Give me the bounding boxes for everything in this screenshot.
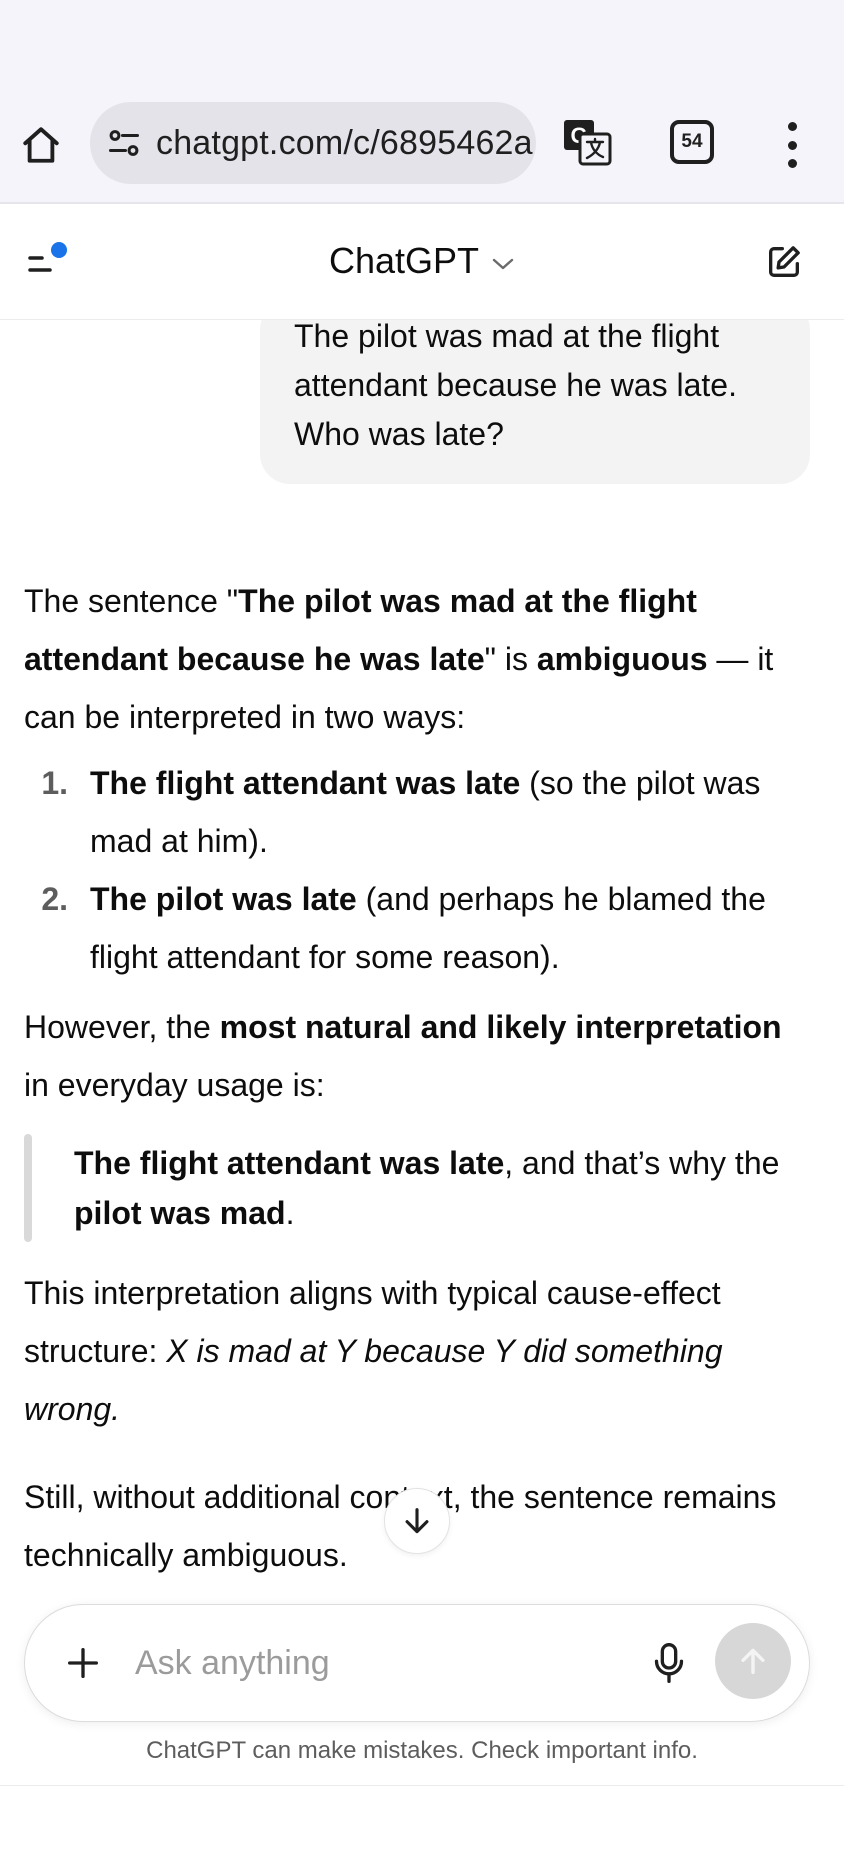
user-message-bubble: The pilot was mad at the flight attendan… — [260, 300, 810, 484]
bold-run: The pilot was late — [90, 881, 357, 917]
user-message-line: Who was late? — [294, 416, 504, 452]
bold-run: pilot was mad — [74, 1195, 286, 1231]
attach-button[interactable] — [63, 1643, 103, 1683]
blockquote: The flight attendant was late, and that’… — [24, 1134, 814, 1242]
bold-run: The flight attendant was late — [90, 765, 521, 801]
plus-icon — [68, 1648, 99, 1678]
more-vert-icon[interactable] — [774, 120, 810, 170]
home-button[interactable] — [18, 122, 64, 168]
prompt-input[interactable] — [135, 1639, 515, 1687]
response-paragraph: This interpretation aligns with typical … — [24, 1264, 814, 1438]
tab-count: 54 — [681, 131, 703, 152]
list-item: 2. The pilot was late (and perhaps he bl… — [24, 870, 814, 986]
arrow-up-icon — [741, 1648, 765, 1675]
translate-icon: G — [564, 120, 612, 166]
text-run: , and that’s why the — [504, 1145, 780, 1181]
blockquote-bar — [24, 1134, 32, 1242]
disclaimer-text: ChatGPT can make mistakes. Check importa… — [146, 1737, 698, 1764]
blockquote-text: The flight attendant was late, and that’… — [74, 1134, 814, 1242]
user-message-line: attendant because he was late. — [294, 367, 737, 403]
interpretation-list: 1. The flight attendant was late (so the… — [24, 754, 814, 986]
tabs-button[interactable]: 54 — [670, 120, 714, 164]
bold-run: most natural and likely interpretation — [219, 1009, 782, 1045]
new-chat-icon — [769, 246, 800, 277]
send-button[interactable] — [715, 1623, 791, 1699]
assistant-message: The sentence "The pilot was mad at the f… — [24, 572, 814, 1584]
bold-run: ambiguous — [536, 641, 708, 677]
response-paragraph: However, the most natural and likely int… — [24, 998, 814, 1114]
page-title: ChatGPT — [328, 240, 480, 281]
browser-toolbar: chatgpt.com/c/6895462a G 54 — [0, 90, 844, 204]
text-run: in everyday usage is: — [24, 1067, 325, 1103]
list-item: 1. The flight attendant was late (so the… — [24, 754, 814, 870]
list-number: 2. — [41, 881, 68, 917]
site-settings-icon[interactable] — [104, 123, 144, 163]
list-number: 1. — [41, 765, 68, 801]
mic-icon — [654, 1643, 684, 1683]
composer — [24, 1604, 810, 1722]
address-bar[interactable]: chatgpt.com/c/6895462a — [90, 102, 536, 184]
scroll-to-bottom-button[interactable] — [384, 1488, 450, 1554]
response-paragraph: The sentence "The pilot was mad at the f… — [24, 572, 814, 746]
text-run: The sentence " — [24, 583, 239, 619]
divider — [0, 1785, 844, 1786]
text-run: . — [285, 1195, 295, 1231]
bold-run: The flight attendant was late — [74, 1145, 505, 1181]
url-text: chatgpt.com/c/6895462a — [156, 123, 533, 162]
chevron-down-icon — [492, 258, 514, 270]
user-message-line: The pilot was mad at the flight — [294, 318, 720, 354]
arrow-down-icon — [405, 1508, 429, 1534]
model-selector[interactable]: ChatGPT — [0, 240, 844, 282]
status-area — [0, 0, 844, 90]
translate-button[interactable]: G — [562, 118, 614, 168]
text-run: " is — [484, 641, 537, 677]
voice-input-button[interactable] — [649, 1641, 689, 1685]
text-run: However, the — [24, 1009, 220, 1045]
home-icon — [23, 127, 59, 163]
new-chat-button[interactable] — [764, 242, 810, 288]
